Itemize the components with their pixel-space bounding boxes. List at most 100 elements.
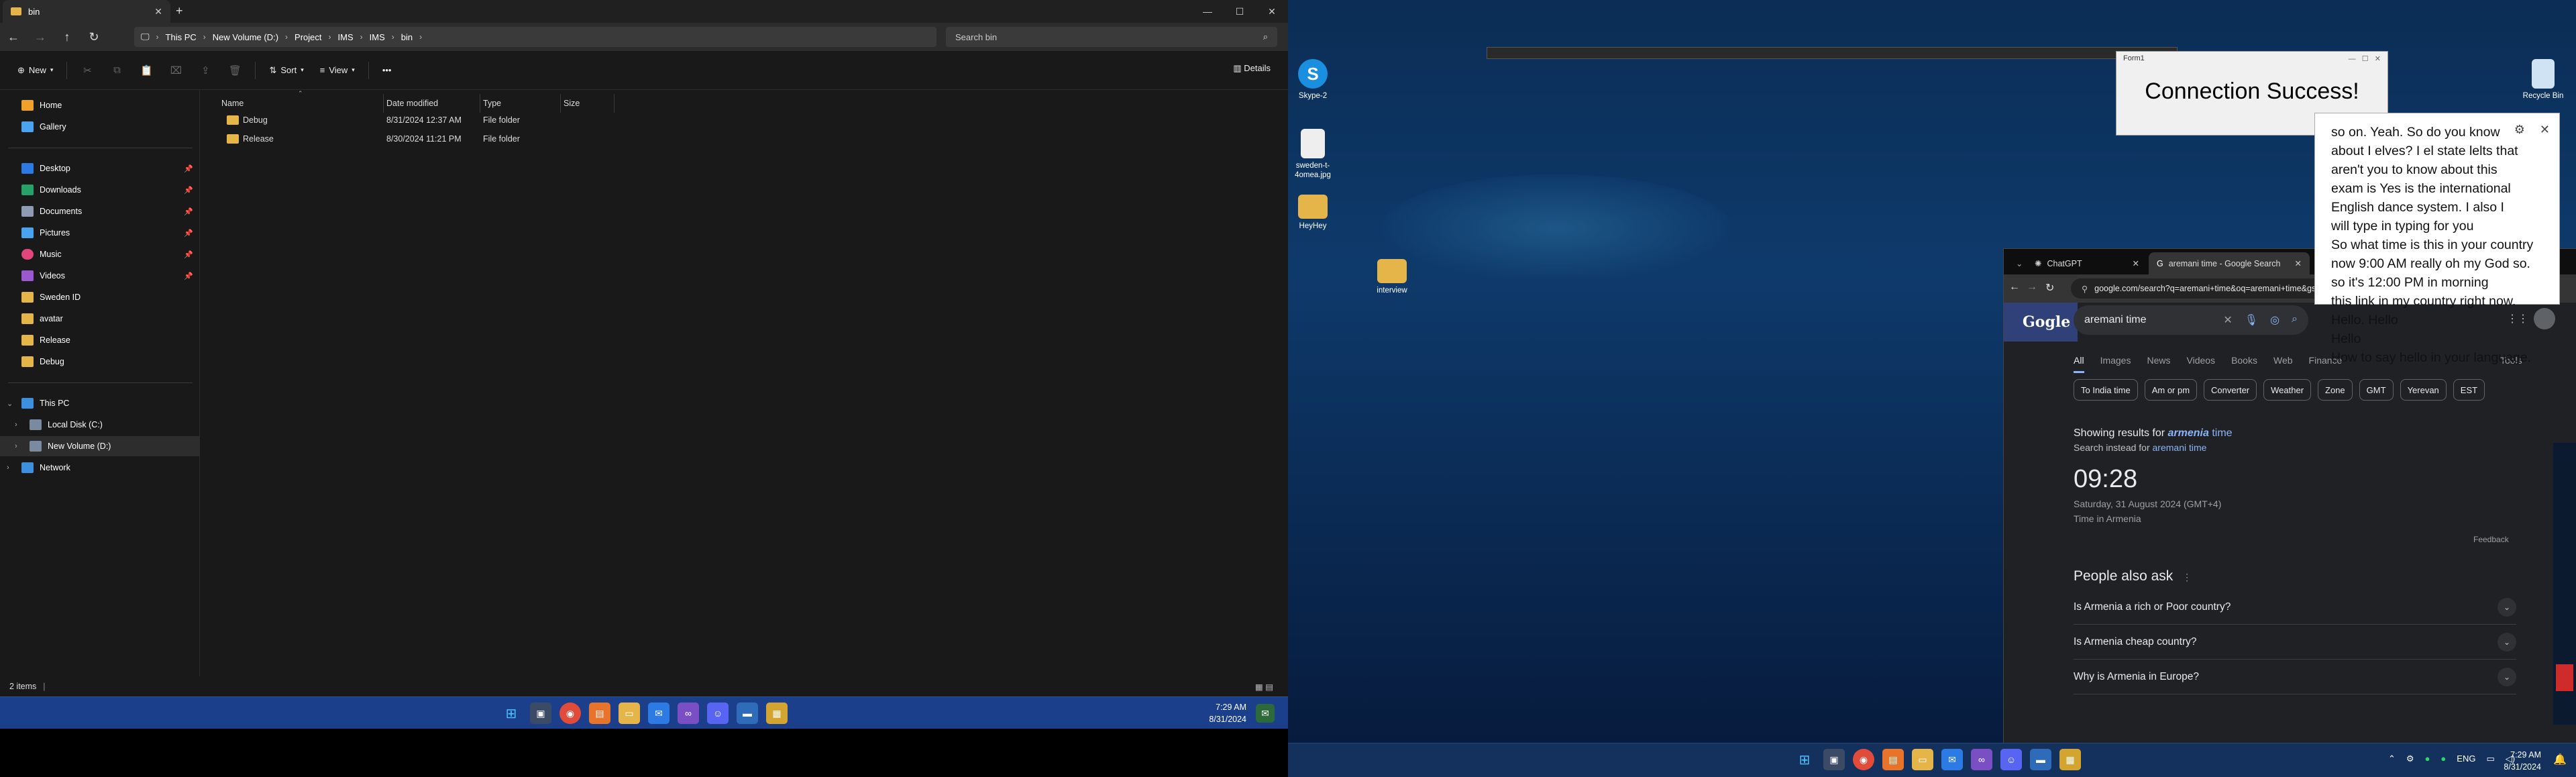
chip[interactable]: Converter — [2204, 379, 2257, 401]
settings-icon[interactable]: ⚙ — [2514, 120, 2525, 139]
chip[interactable]: Yerevan — [2400, 379, 2447, 401]
column-header-name[interactable]: Name — [201, 94, 384, 113]
task-view-icon[interactable]: ▣ — [530, 703, 551, 724]
start-icon[interactable]: ⊞ — [1794, 749, 1815, 770]
cut-icon[interactable]: ✂ — [72, 64, 102, 76]
close-button[interactable]: ✕ — [1256, 0, 1288, 23]
monitor-app-icon[interactable]: ▬ — [737, 703, 758, 724]
discord-icon[interactable]: ☺ — [707, 703, 729, 724]
sidebar-item-downloads[interactable]: Downloads 📌 — [0, 180, 200, 200]
column-header-size[interactable]: Size — [561, 94, 614, 113]
clear-icon[interactable]: ✕ — [2223, 313, 2232, 327]
share-icon[interactable]: ⇪ — [191, 64, 220, 76]
tab-books[interactable]: Books — [2231, 355, 2257, 373]
tray-app-icon[interactable]: ● — [2440, 754, 2446, 764]
chevron-right-icon[interactable]: › — [15, 442, 17, 450]
column-header-type[interactable]: Type — [480, 94, 561, 113]
tab-images[interactable]: Images — [2100, 355, 2131, 373]
chrome-icon[interactable]: ◉ — [1853, 749, 1874, 770]
column-header-date[interactable]: Date modified — [384, 94, 480, 113]
chevron-down-icon[interactable]: ⌄ — [2498, 597, 2516, 617]
network-icon[interactable]: ▭ — [2486, 754, 2494, 764]
corrected-term[interactable]: armenia — [2168, 427, 2209, 439]
file-row[interactable]: Release 8/30/2024 11:21 PM File folder — [215, 130, 617, 149]
paste-icon[interactable]: 📋 — [131, 64, 161, 76]
sidebar-item-debug[interactable]: Debug — [0, 352, 200, 372]
chevron-up-icon[interactable]: ⌃ — [2388, 754, 2396, 764]
forward-icon[interactable]: → — [27, 23, 54, 51]
chevron-down-icon[interactable]: ⌄ — [2498, 632, 2516, 652]
discord-icon[interactable]: ☺ — [2000, 749, 2022, 770]
taskbar-clock[interactable]: 7:29 AM 8/31/2024 — [2504, 749, 2541, 773]
more-options-icon[interactable]: ⋮ — [2182, 572, 2192, 582]
chip[interactable]: Weather — [2263, 379, 2312, 401]
search-input[interactable]: Search bin ⌕ — [946, 27, 1277, 47]
desktop-icon-interview[interactable]: interview — [1367, 259, 1417, 295]
folder-app-icon[interactable]: ▦ — [2059, 749, 2081, 770]
sidebar-item-sweden-id[interactable]: Sweden ID — [0, 287, 200, 307]
chevron-right-icon[interactable]: › — [15, 421, 17, 429]
file-explorer-icon[interactable]: ▭ — [619, 703, 640, 724]
chip[interactable]: Zone — [2318, 379, 2353, 401]
search-icon[interactable]: ⌕ — [2292, 313, 2298, 327]
new-button[interactable]: ⊕ New ▾ — [9, 57, 61, 84]
more-button[interactable]: ••• — [374, 57, 400, 84]
explorer-tab[interactable]: bin ✕ — [3, 0, 170, 23]
sidebar-item-documents[interactable]: Documents 📌 — [0, 201, 200, 221]
minimize-button[interactable]: — — [1191, 0, 1224, 23]
sidebar-item-avatar[interactable]: avatar — [0, 309, 200, 329]
sidebar-item-this-pc[interactable]: ⌄ This PC — [0, 393, 200, 413]
sidebar-item-home[interactable]: Home — [0, 95, 200, 115]
delete-icon[interactable]: 🗑 — [220, 64, 250, 76]
visual-studio-icon[interactable]: ∞ — [1971, 749, 1992, 770]
address-bar[interactable]: 🖵 › This PC › New Volume (D:) › Project › I… — [134, 27, 936, 47]
breadcrumb-item[interactable]: New Volume (D:) — [213, 32, 278, 42]
sidebar-item-new-volume[interactable]: › New Volume (D:) — [0, 436, 200, 456]
new-tab-button[interactable]: + — [176, 4, 183, 18]
chevron-right-icon[interactable]: › — [7, 464, 9, 472]
chip[interactable]: EST — [2453, 379, 2485, 401]
google-doodle-logo[interactable]: Gogle — [2004, 303, 2078, 342]
feedback-link[interactable]: Feedback — [2473, 535, 2509, 544]
visual-studio-icon[interactable]: ∞ — [678, 703, 699, 724]
reload-icon[interactable]: ↻ — [2045, 281, 2054, 295]
copy-icon[interactable]: ⧉ — [102, 64, 131, 76]
back-icon[interactable]: ← — [2009, 281, 2020, 293]
chip[interactable]: To India time — [2074, 379, 2138, 401]
app-tile-icon[interactable] — [2556, 664, 2573, 691]
language-indicator[interactable]: ENG — [2457, 754, 2475, 764]
up-icon[interactable]: ↑ — [54, 23, 80, 51]
file-row[interactable]: Debug 8/31/2024 12:37 AM File folder — [215, 111, 617, 130]
breadcrumb-item[interactable]: IMS — [370, 32, 385, 42]
chrome-icon[interactable]: ◉ — [559, 703, 581, 724]
tab-news[interactable]: News — [2147, 355, 2170, 373]
search-input[interactable]: aremani time ✕ 🎙 ◎ ⌕ — [2074, 305, 2308, 335]
corrected-rest[interactable]: time — [2212, 427, 2232, 439]
close-icon[interactable]: ✕ — [2540, 120, 2550, 139]
sort-button[interactable]: ⇅ Sort ▾ — [261, 57, 311, 84]
view-toggle-icons[interactable]: ▦ ▤ — [1255, 682, 1273, 692]
desktop-icon-recycle-bin[interactable]: Recycle Bin — [2518, 59, 2568, 101]
rename-icon[interactable]: ⌧ — [161, 64, 191, 76]
tab-videos[interactable]: Videos — [2187, 355, 2216, 373]
taskbar-clock[interactable]: 7:29 AM 8/31/2024 — [1209, 701, 1246, 725]
sidebar-item-release[interactable]: Release — [0, 330, 200, 350]
tab-chatgpt[interactable]: ✺ ChatGPT ✕ — [2027, 252, 2147, 274]
refresh-icon[interactable]: ↻ — [80, 23, 107, 51]
notification-icon[interactable]: ✉ — [1256, 704, 1275, 723]
tray-app-icon[interactable]: ● — [2425, 754, 2430, 764]
sidebar-item-videos[interactable]: Videos 📌 — [0, 266, 200, 286]
chevron-down-icon[interactable]: ⌄ — [7, 399, 13, 408]
paa-question[interactable]: Why is Armenia in Europe? ⌄ — [2074, 660, 2516, 694]
close-tab-icon[interactable]: ✕ — [154, 6, 162, 17]
start-icon[interactable]: ⊞ — [500, 703, 522, 724]
tray-gear-icon[interactable]: ⚙ — [2406, 754, 2414, 764]
tab-search-icon[interactable]: ⌄ — [2008, 252, 2024, 274]
chip[interactable]: GMT — [2359, 379, 2394, 401]
sidebar-item-pictures[interactable]: Pictures 📌 — [0, 223, 200, 243]
paa-question[interactable]: Is Armenia cheap country? ⌄ — [2074, 625, 2516, 660]
app-icon[interactable]: ▤ — [589, 703, 610, 724]
outlook-icon[interactable]: ✉ — [648, 703, 669, 724]
sidebar-item-desktop[interactable]: Desktop 📌 — [0, 158, 200, 178]
back-icon[interactable]: ← — [0, 23, 27, 51]
